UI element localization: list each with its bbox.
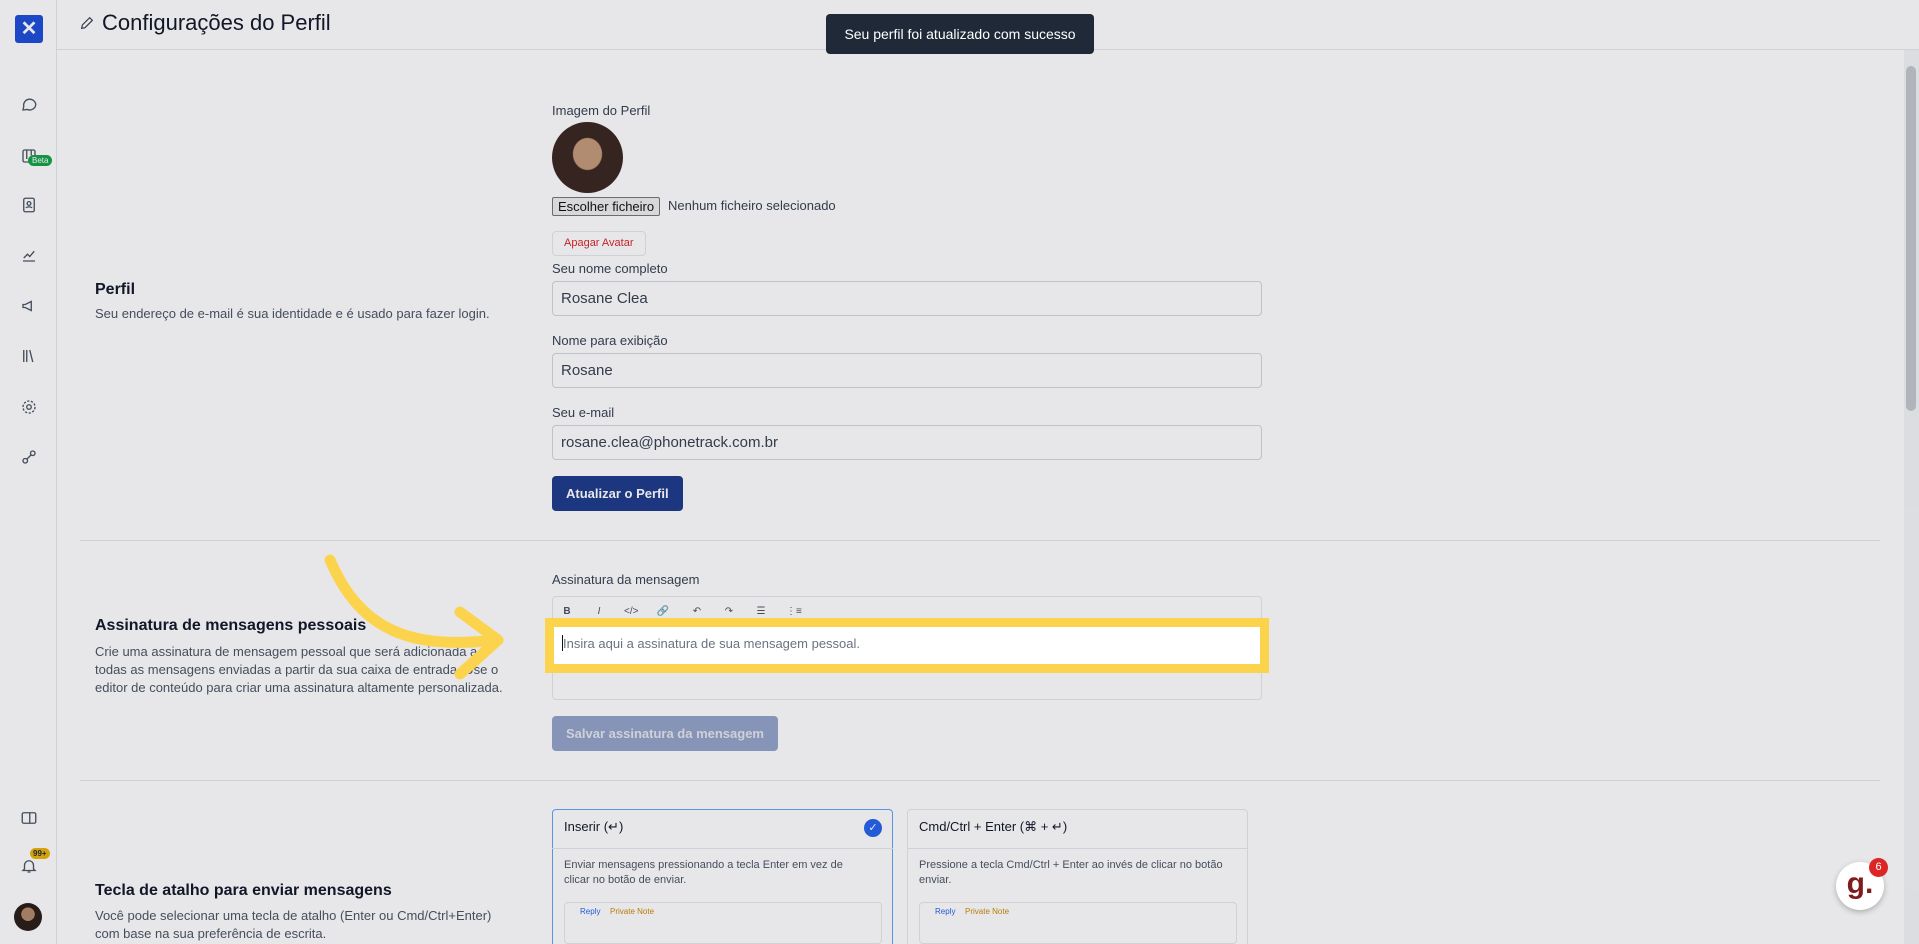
numbered-list-button[interactable]: ⋮≡ [786, 606, 802, 617]
delete-avatar-button[interactable]: Apagar Avatar [552, 231, 646, 256]
help-widget-badge: 6 [1869, 858, 1888, 877]
campaigns-icon[interactable] [19, 296, 39, 316]
profile-section-description: Seu endereço de e-mail é sua identidade … [95, 306, 490, 321]
tutorial-arrow-icon [324, 554, 504, 680]
focus-overlay [0, 0, 1919, 944]
integrations-icon[interactable] [19, 447, 39, 467]
reports-icon[interactable] [19, 245, 39, 265]
display-name-label: Nome para exibição [552, 333, 668, 348]
card-divider [907, 848, 1248, 849]
shortcut-option-title: Inserir (↵) [564, 819, 624, 834]
redo-button[interactable]: ↷ [722, 606, 736, 617]
chat-icon[interactable] [19, 94, 39, 114]
shortcut-desc-line: com base na sua preferência de escrita. [95, 926, 327, 941]
option-desc-line: clicar no botão de enviar. [564, 874, 687, 886]
selected-check-icon: ✓ [864, 819, 882, 837]
preview-tab-reply: Reply [935, 907, 956, 916]
pencil-icon [79, 15, 95, 31]
bullet-list-button[interactable]: ☰ [754, 606, 768, 617]
full-name-label: Seu nome completo [552, 261, 668, 276]
sidebar: ✕ Beta 99+ [0, 0, 57, 944]
code-button[interactable]: </> [624, 606, 638, 617]
preview-tab-note: Private Note [965, 907, 1010, 916]
choose-file-button[interactable]: Escolher ficheiro [552, 197, 661, 216]
section-divider [80, 780, 1880, 781]
settings-icon[interactable] [19, 397, 39, 417]
bell-icon[interactable] [19, 856, 39, 876]
italic-button[interactable]: I [592, 606, 606, 617]
display-name-input[interactable]: Rosane [552, 353, 1262, 388]
save-signature-button[interactable]: Salvar assinatura da mensagem [552, 716, 778, 751]
library-icon[interactable] [19, 346, 39, 366]
section-divider [80, 540, 1880, 541]
link-button[interactable]: 🔗 [656, 606, 670, 617]
profile-image [552, 122, 623, 193]
shortcut-desc-line: Você pode selecionar uma tecla de atalho… [95, 908, 492, 923]
success-toast: Seu perfil foi atualizado com sucesso [826, 14, 1094, 54]
email-label: Seu e-mail [552, 405, 615, 420]
signature-field-label: Assinatura da mensagem [552, 572, 700, 587]
shortcut-section-description: Você pode selecionar uma tecla de atalho… [95, 907, 525, 943]
update-profile-button[interactable]: Atualizar o Perfil [552, 476, 683, 511]
option-desc-line: Enviar mensagens pressionando a tecla En… [564, 859, 843, 871]
option-desc-line: Pressione a tecla Cmd/Ctrl + Enter ao in… [919, 859, 1223, 871]
undo-button[interactable]: ↶ [690, 606, 704, 617]
preview-tab-reply: Reply [580, 907, 601, 916]
full-name-input[interactable]: Rosane Clea [552, 281, 1262, 316]
shortcut-option-description: Enviar mensagens pressionando a tecla En… [564, 858, 884, 888]
user-avatar[interactable] [14, 903, 42, 931]
beta-badge: Beta [28, 155, 53, 166]
bold-button[interactable]: B [560, 606, 574, 617]
notification-badge: 99+ [30, 848, 50, 859]
shortcut-section-title: Tecla de atalho para enviar mensagens [95, 882, 392, 899]
file-status-text: Nenhum ficheiro selecionado [668, 198, 836, 213]
option-desc-line: enviar. [919, 874, 952, 886]
page-title: Configurações do Perfil [102, 10, 331, 35]
layout-icon[interactable] [19, 808, 39, 828]
profile-image-label: Imagem do Perfil [552, 103, 651, 118]
app-logo[interactable]: ✕ [15, 15, 43, 43]
shortcut-option-title: Cmd/Ctrl + Enter (⌘ + ↵) [919, 819, 1068, 834]
scrollbar-thumb[interactable] [1906, 66, 1916, 411]
signature-input-placeholder: Insira aqui a assinatura de sua mensagem… [563, 636, 861, 651]
shortcut-option-description: Pressione a tecla Cmd/Ctrl + Enter ao in… [919, 858, 1239, 888]
profile-section-title: Perfil [95, 281, 136, 298]
email-input[interactable]: rosane.clea@phonetrack.com.br [552, 425, 1262, 460]
contacts-icon[interactable] [19, 195, 39, 215]
card-divider [552, 848, 893, 849]
preview-tab-note: Private Note [610, 907, 655, 916]
